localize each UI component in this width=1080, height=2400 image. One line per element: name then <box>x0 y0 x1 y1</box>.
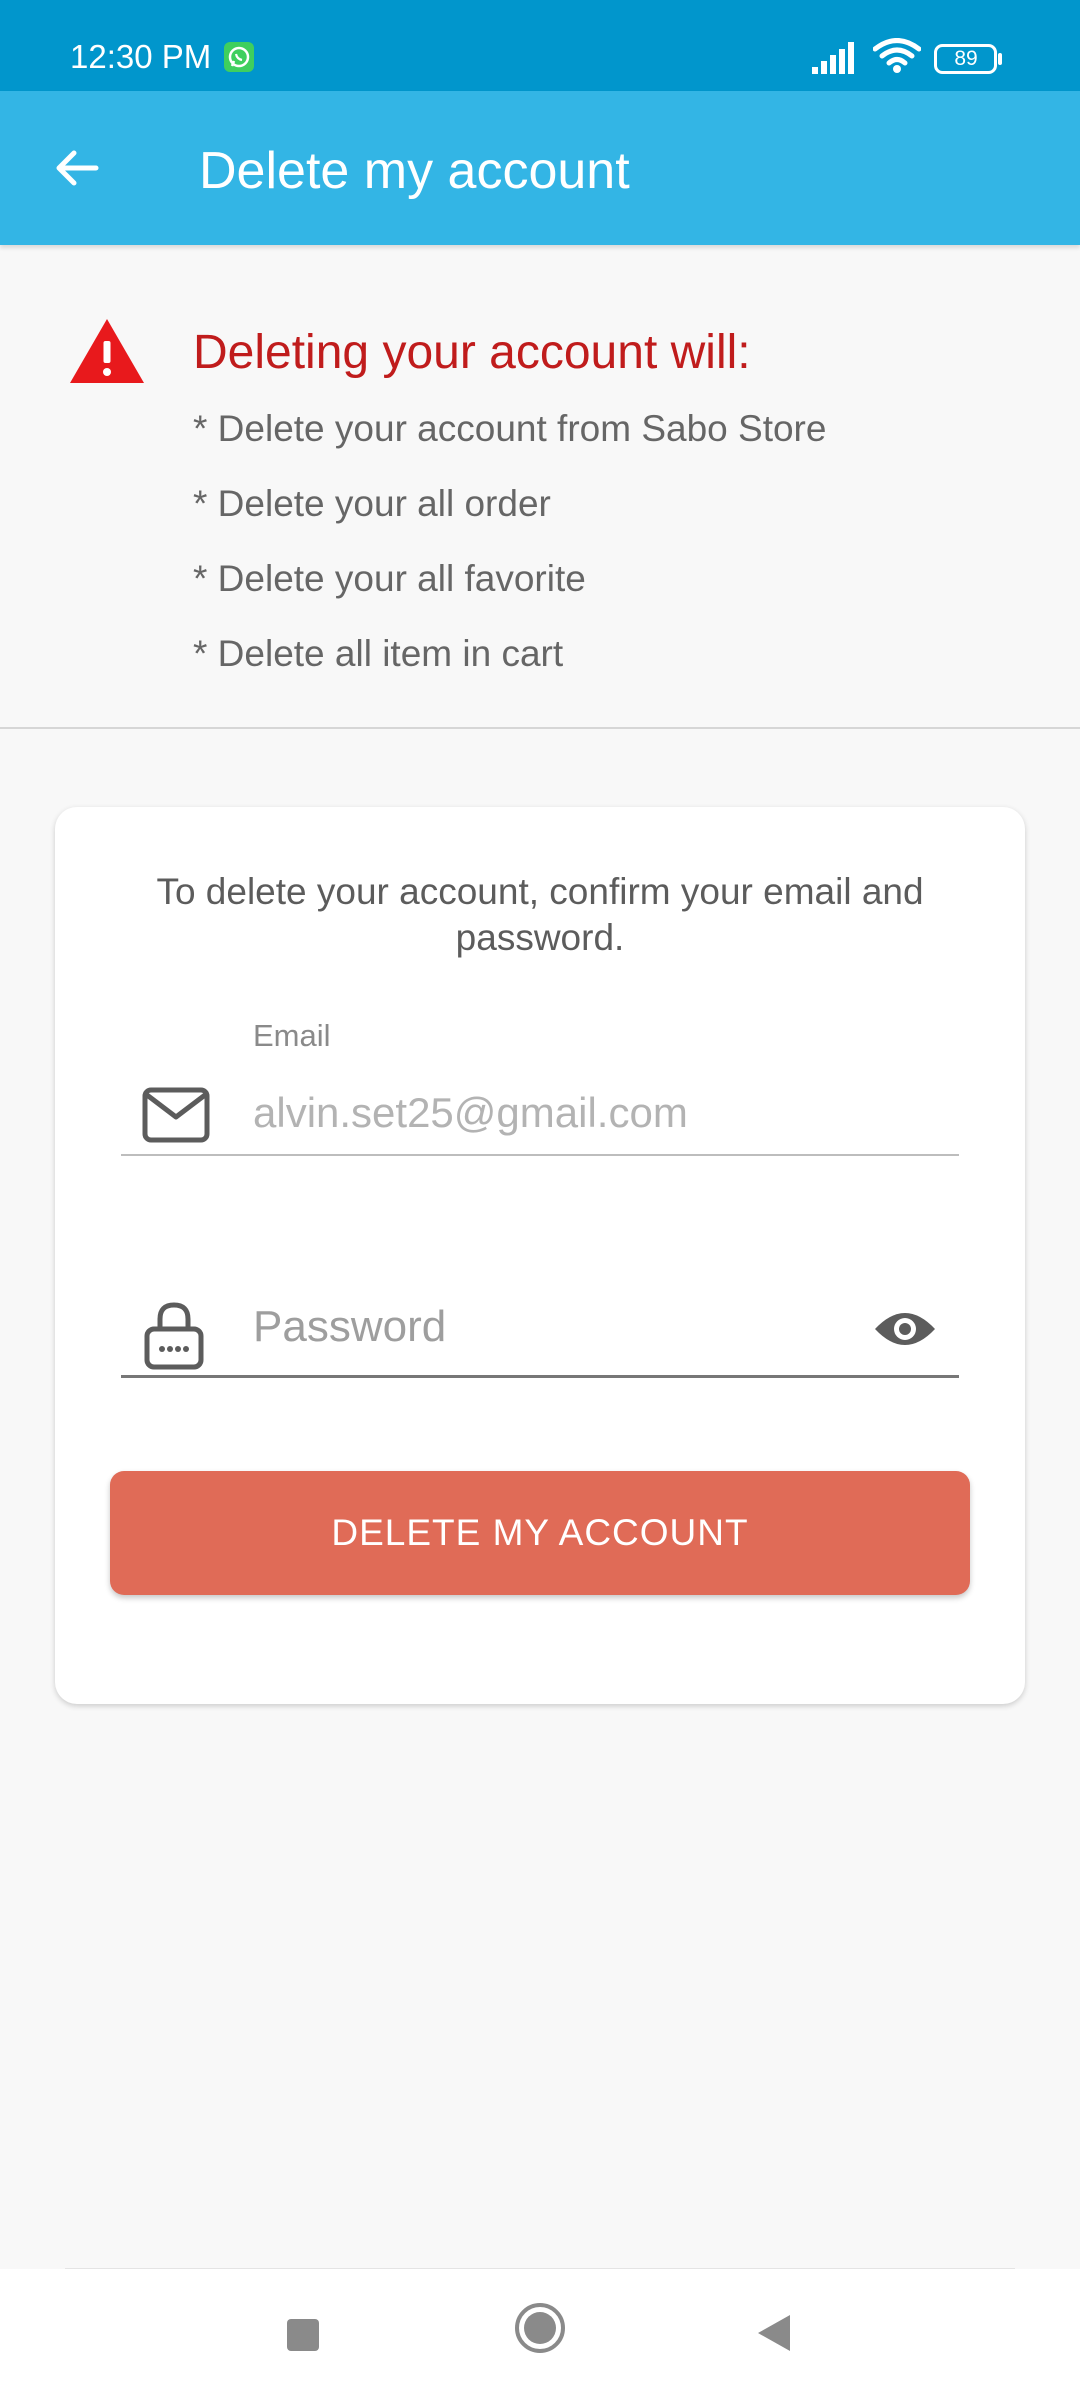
status-bar: 12:30 PM 89 <box>0 0 1080 91</box>
delete-account-button[interactable]: DELETE MY ACCOUNT <box>110 1471 970 1595</box>
password-underline <box>121 1375 959 1378</box>
eye-icon[interactable] <box>873 1307 937 1356</box>
email-field[interactable]: alvin.set25@gmail.com <box>253 1089 688 1137</box>
status-time: 12:30 PM <box>70 38 212 75</box>
warning-list-item: * Delete your all favorite <box>193 558 586 599</box>
lock-icon <box>143 1300 205 1375</box>
warning-list-item: * Delete your all order <box>193 483 551 524</box>
envelope-icon <box>142 1087 210 1148</box>
signal-icon <box>812 40 860 79</box>
recent-apps-icon[interactable] <box>285 2317 321 2358</box>
app-bar: Delete my account <box>0 91 1080 245</box>
warning-list: * Delete your account from Sabo Store * … <box>193 409 826 709</box>
warning-list-item: * Delete your account from Sabo Store <box>193 408 827 449</box>
password-input[interactable] <box>253 1297 893 1357</box>
card-intro-text: To delete your account, confirm your ema… <box>156 871 924 958</box>
system-nav-bar <box>0 2269 1080 2400</box>
warning-list-item: * Delete all item in cart <box>193 633 564 674</box>
page-title: Delete my account <box>199 142 630 200</box>
battery-level: 89 <box>954 47 978 70</box>
warning-triangle-icon <box>68 317 146 390</box>
warning-title: Deleting your account will: <box>193 326 751 379</box>
email-underline <box>121 1154 959 1156</box>
wifi-icon <box>872 38 922 79</box>
delete-account-card: To delete your account, confirm your ema… <box>55 807 1025 1704</box>
warning-section: Deleting your account will: * Delete you… <box>0 245 1080 729</box>
email-label: Email <box>253 1018 331 1053</box>
whatsapp-icon <box>224 42 254 77</box>
back-icon[interactable] <box>756 2313 792 2358</box>
home-icon[interactable] <box>513 2301 567 2360</box>
arrow-left-icon[interactable] <box>52 143 102 198</box>
